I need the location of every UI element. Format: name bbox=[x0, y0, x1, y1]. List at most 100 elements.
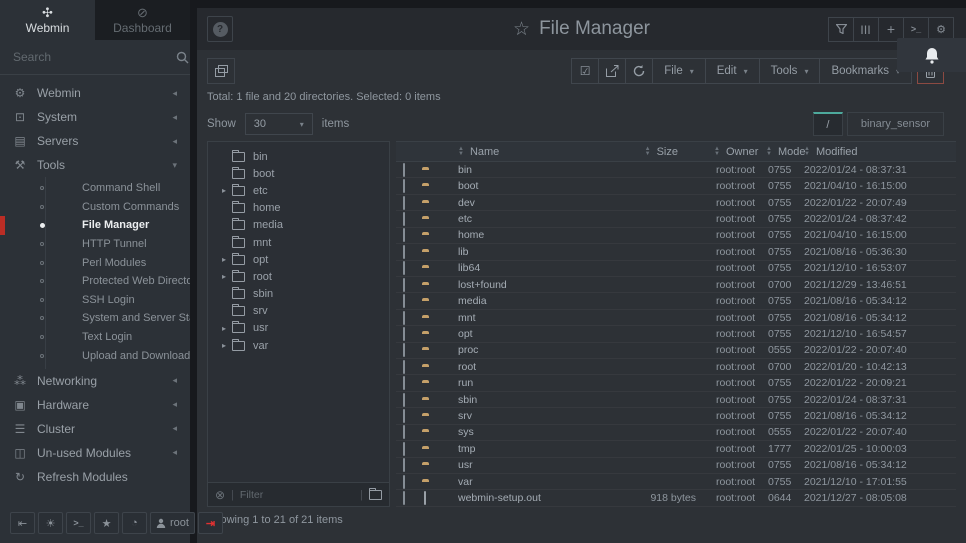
folder-icon[interactable] bbox=[369, 490, 382, 500]
row-checkbox[interactable] bbox=[403, 212, 405, 226]
sidebar-item-custom-commands[interactable]: Custom Commands bbox=[0, 198, 190, 217]
column-header-name[interactable]: ▲▼ Name bbox=[458, 146, 620, 158]
sidebar-item-perl-modules[interactable]: Perl Modules bbox=[0, 253, 190, 272]
search-input[interactable] bbox=[13, 50, 168, 64]
row-checkbox[interactable] bbox=[403, 425, 405, 439]
table-row-media[interactable]: media root:root 0755 2021/08/16 - 05:34:… bbox=[396, 293, 956, 309]
row-checkbox[interactable] bbox=[403, 393, 405, 407]
tree-item-sbin[interactable]: sbin bbox=[208, 286, 389, 303]
sidebar-item-system-and-server-status[interactable]: System and Server Status bbox=[0, 309, 190, 328]
tree-item-bin[interactable]: bin bbox=[208, 148, 389, 165]
table-row-run[interactable]: run root:root 0755 2022/01/22 - 20:09:21 bbox=[396, 375, 956, 391]
table-row-home[interactable]: home root:root 0755 2021/04/10 - 16:15:0… bbox=[396, 228, 956, 244]
table-row-bin[interactable]: bin root:root 0755 2022/01/24 - 08:37:31 bbox=[396, 162, 956, 178]
menu-tools-button[interactable]: Tools ▾ bbox=[759, 58, 821, 84]
expand-caret-icon[interactable]: ▸ bbox=[216, 186, 232, 195]
clone-window-button[interactable] bbox=[207, 58, 235, 84]
notifications-panel[interactable] bbox=[897, 38, 966, 72]
tab-webmin[interactable]: ✣ Webmin bbox=[0, 0, 95, 40]
table-row-mnt[interactable]: mnt root:root 0755 2021/08/16 - 05:34:12 bbox=[396, 310, 956, 326]
filter-button[interactable] bbox=[828, 17, 854, 42]
sidebar-item-upload-and-download[interactable]: Upload and Download bbox=[0, 346, 190, 365]
table-row-webmin-setup-out[interactable]: webmin-setup.out 918 bytes root:root 064… bbox=[396, 490, 956, 506]
tree-item-opt[interactable]: ▸ opt bbox=[208, 251, 389, 268]
tree-item-var[interactable]: ▸ var bbox=[208, 337, 389, 354]
row-checkbox[interactable] bbox=[403, 179, 405, 193]
table-row-etc[interactable]: etc root:root 0755 2022/01/24 - 08:37:42 bbox=[396, 211, 956, 227]
sidebar-item-ssh-login[interactable]: SSH Login bbox=[0, 291, 190, 310]
tree-item-home[interactable]: home bbox=[208, 200, 389, 217]
table-row-proc[interactable]: proc root:root 0555 2022/01/22 - 20:07:4… bbox=[396, 343, 956, 359]
menu-file-button[interactable]: File ▾ bbox=[652, 58, 706, 84]
expand-caret-icon[interactable]: ▸ bbox=[216, 324, 232, 333]
table-row-sys[interactable]: sys root:root 0555 2022/01/22 - 20:07:40 bbox=[396, 425, 956, 441]
row-checkbox[interactable] bbox=[403, 294, 405, 308]
row-checkbox[interactable] bbox=[403, 491, 405, 505]
table-row-sbin[interactable]: sbin root:root 0755 2022/01/24 - 08:37:3… bbox=[396, 392, 956, 408]
select-all-button[interactable]: ☑ bbox=[571, 58, 599, 84]
logout-button[interactable]: ⇥ bbox=[198, 512, 223, 534]
tree-item-media[interactable]: media bbox=[208, 217, 389, 234]
help-button[interactable]: ? bbox=[207, 16, 233, 42]
expand-caret-icon[interactable]: ▸ bbox=[216, 272, 232, 281]
row-checkbox[interactable] bbox=[403, 327, 405, 341]
column-header-owner[interactable]: ▲▼ Owner bbox=[700, 146, 756, 158]
terminal-button[interactable]: >_ bbox=[66, 512, 91, 534]
tree-item-boot[interactable]: boot bbox=[208, 165, 389, 182]
columns-button[interactable]: ||| bbox=[853, 17, 879, 42]
table-row-srv[interactable]: srv root:root 0755 2021/08/16 - 05:34:12 bbox=[396, 408, 956, 424]
sidebar-item-hardware[interactable]: ▣ Hardware ◂ bbox=[0, 393, 190, 417]
tab-dashboard[interactable]: ⊘ Dashboard bbox=[95, 0, 190, 40]
clear-filter-icon[interactable]: ⊗ bbox=[215, 488, 225, 502]
sidebar-item-cluster[interactable]: ☰ Cluster ◂ bbox=[0, 417, 190, 441]
column-header-mode[interactable]: ▲▼ Mode bbox=[756, 146, 804, 158]
expand-caret-icon[interactable]: ▸ bbox=[216, 341, 232, 350]
sidebar-item-un-used-modules[interactable]: ◫ Un-used Modules ◂ bbox=[0, 441, 190, 465]
sidebar-item-system[interactable]: ⊡ System ◂ bbox=[0, 105, 190, 129]
table-row-boot[interactable]: boot root:root 0755 2021/04/10 - 16:15:0… bbox=[396, 178, 956, 194]
table-row-lib64[interactable]: lib64 root:root 0755 2021/12/10 - 16:53:… bbox=[396, 261, 956, 277]
breadcrumb-root-tab[interactable]: / bbox=[813, 112, 843, 136]
expand-caret-icon[interactable]: ▸ bbox=[216, 255, 232, 264]
sidebar-item-tools[interactable]: ⚒ Tools ▾ bbox=[0, 153, 190, 177]
row-checkbox[interactable] bbox=[403, 360, 405, 374]
theme-button[interactable]: ☀ bbox=[38, 512, 63, 534]
sidebar-item-refresh-modules[interactable]: ↻ Refresh Modules bbox=[0, 465, 190, 489]
sidebar-item-command-shell[interactable]: Command Shell bbox=[0, 179, 190, 198]
usage-button[interactable]: ◔ bbox=[122, 512, 147, 534]
sidebar-item-protected-web-directories[interactable]: Protected Web Directories bbox=[0, 272, 190, 291]
refresh-button[interactable] bbox=[625, 58, 653, 84]
tree-item-etc[interactable]: ▸ etc bbox=[208, 182, 389, 199]
sidebar-item-file-manager[interactable]: File Manager bbox=[0, 216, 190, 235]
tree-item-root[interactable]: ▸ root bbox=[208, 268, 389, 285]
row-checkbox[interactable] bbox=[403, 442, 405, 456]
user-button[interactable]: root bbox=[150, 512, 195, 534]
favorite-star-icon[interactable]: ☆ bbox=[513, 18, 530, 41]
column-header-modified[interactable]: ▲▼ Modified bbox=[804, 146, 956, 158]
sidebar-item-http-tunnel[interactable]: HTTP Tunnel bbox=[0, 235, 190, 254]
tree-item-srv[interactable]: srv bbox=[208, 303, 389, 320]
table-row-tmp[interactable]: tmp root:root 1777 2022/01/25 - 10:00:03 bbox=[396, 441, 956, 457]
table-row-dev[interactable]: dev root:root 0755 2022/01/22 - 20:07:49 bbox=[396, 195, 956, 211]
row-checkbox[interactable] bbox=[403, 261, 405, 275]
tree-item-mnt[interactable]: mnt bbox=[208, 234, 389, 251]
collapse-sidebar-button[interactable]: ⇤ bbox=[10, 512, 35, 534]
row-checkbox[interactable] bbox=[403, 409, 405, 423]
row-checkbox[interactable] bbox=[403, 475, 405, 489]
open-with-button[interactable] bbox=[598, 58, 626, 84]
filter-input[interactable] bbox=[240, 489, 354, 501]
column-header-size[interactable]: ▲▼ Size bbox=[620, 146, 700, 158]
row-checkbox[interactable] bbox=[403, 343, 405, 357]
table-row-lost-found[interactable]: lost+found root:root 0700 2021/12/29 - 1… bbox=[396, 277, 956, 293]
items-per-page-select[interactable]: 30 ▾ bbox=[245, 113, 313, 135]
table-row-lib[interactable]: lib root:root 0755 2021/08/16 - 05:36:30 bbox=[396, 244, 956, 260]
table-row-root[interactable]: root root:root 0700 2022/01/20 - 10:42:1… bbox=[396, 359, 956, 375]
table-row-opt[interactable]: opt root:root 0755 2021/12/10 - 16:54:57 bbox=[396, 326, 956, 342]
favorites-button[interactable]: ★ bbox=[94, 512, 119, 534]
sidebar-item-networking[interactable]: ⁂ Networking ◂ bbox=[0, 369, 190, 393]
sidebar-item-servers[interactable]: ▤ Servers ◂ bbox=[0, 129, 190, 153]
menu-edit-button[interactable]: Edit ▾ bbox=[705, 58, 760, 84]
row-checkbox[interactable] bbox=[403, 245, 405, 259]
row-checkbox[interactable] bbox=[403, 196, 405, 210]
table-row-var[interactable]: var root:root 0755 2021/12/10 - 17:01:55 bbox=[396, 474, 956, 490]
